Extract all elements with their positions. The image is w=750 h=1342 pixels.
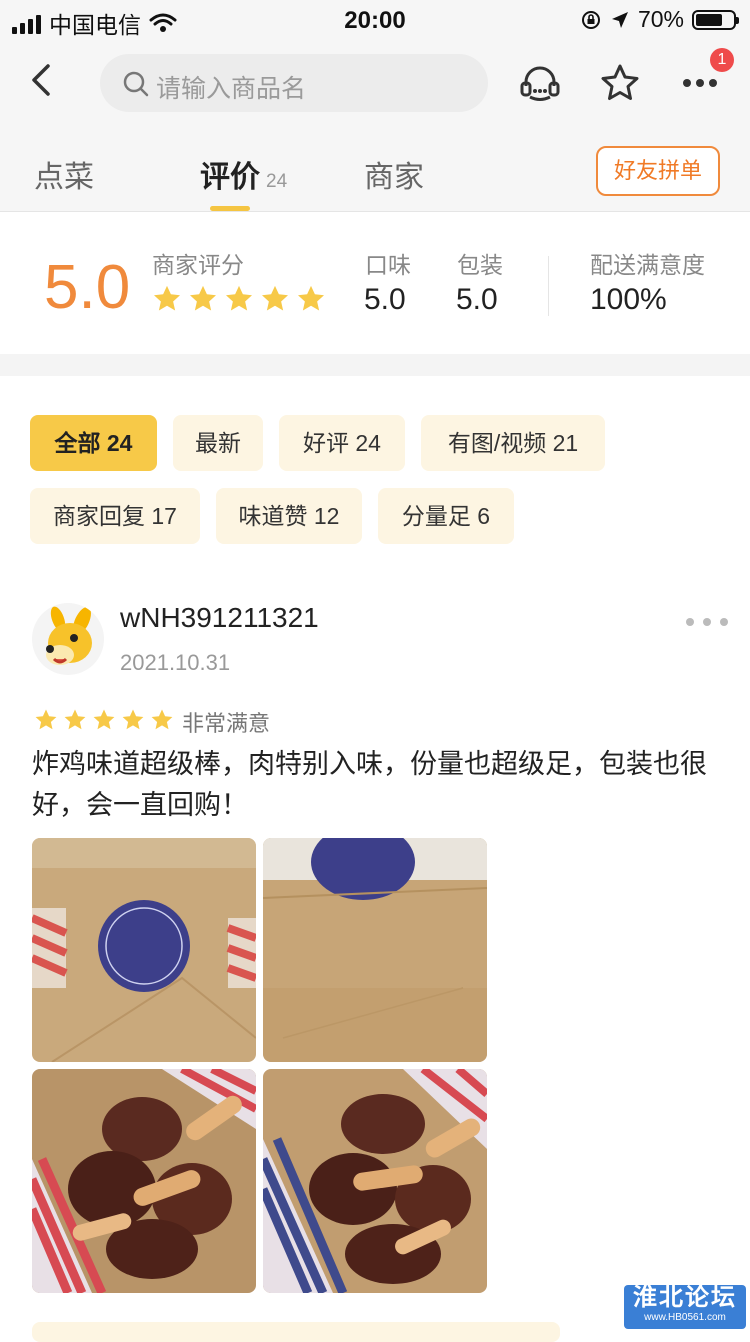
filter-chip-tasty[interactable]: 味道赞 12 bbox=[216, 488, 362, 544]
filter-chip-all[interactable]: 全部 24 bbox=[30, 415, 157, 471]
filter-chip-with-media[interactable]: 有图/视频 21 bbox=[421, 415, 605, 471]
review-stars bbox=[34, 708, 174, 732]
battery-percent: 70% bbox=[637, 6, 684, 32]
watermark-logo: 淮北论坛 www.HB0561.com bbox=[624, 1285, 746, 1329]
customer-service-icon[interactable] bbox=[518, 64, 562, 104]
package-label: 包装 bbox=[457, 252, 503, 278]
back-icon[interactable] bbox=[26, 62, 56, 98]
review-more-icon[interactable] bbox=[686, 618, 728, 626]
battery-icon bbox=[692, 9, 739, 30]
kangaroo-avatar-icon bbox=[46, 606, 92, 665]
review-content: 炸鸡味道超级棒，肉特别入味，份量也超级足，包装也很好，会一直回购！ bbox=[32, 749, 707, 820]
status-bar: 中国电信 20:00 70% bbox=[0, 0, 750, 40]
star-icon bbox=[122, 709, 144, 730]
star-icon bbox=[93, 709, 115, 730]
star-icon bbox=[298, 285, 324, 311]
search-input[interactable]: 请输入商品名 bbox=[100, 54, 488, 112]
merchant-reply-box bbox=[32, 1322, 560, 1342]
package-score: 5.0 bbox=[456, 283, 498, 316]
divider bbox=[0, 211, 750, 212]
star-icon bbox=[151, 709, 173, 730]
filter-chip-large-portion[interactable]: 分量足 6 bbox=[378, 488, 514, 544]
tab-merchant[interactable]: 商家 bbox=[364, 152, 424, 196]
review-photo[interactable] bbox=[263, 838, 487, 1062]
delivery-label: 配送满意度 bbox=[590, 252, 705, 278]
review-photo[interactable] bbox=[32, 1069, 256, 1293]
filter-chip-positive[interactable]: 好评 24 bbox=[279, 415, 405, 471]
rotation-lock-icon bbox=[581, 10, 600, 29]
merchant-score-label: 商家评分 bbox=[152, 252, 244, 278]
taste-score: 5.0 bbox=[364, 283, 406, 316]
tab-menu[interactable]: 点菜 bbox=[34, 152, 94, 196]
delivery-score: 100% bbox=[590, 283, 667, 316]
filter-chip-merchant-reply[interactable]: 商家回复 17 bbox=[30, 488, 200, 544]
star-icon bbox=[190, 285, 216, 311]
tab-reviews-count: 24 bbox=[266, 171, 288, 192]
star-icon bbox=[262, 285, 288, 311]
review-photo[interactable] bbox=[263, 1069, 487, 1293]
group-order-button[interactable]: 好友拼单 bbox=[596, 146, 720, 196]
divider bbox=[548, 256, 549, 316]
star-icon bbox=[154, 285, 180, 311]
search-placeholder: 请输入商品名 bbox=[156, 75, 307, 103]
star-icon bbox=[64, 709, 86, 730]
review-rating-text: 非常满意 bbox=[182, 711, 271, 736]
more-icon[interactable] bbox=[682, 77, 718, 89]
star-icon bbox=[226, 285, 252, 311]
section-gap bbox=[0, 354, 750, 376]
favorite-star-icon[interactable] bbox=[600, 63, 640, 103]
location-icon bbox=[611, 11, 628, 28]
taste-label: 口味 bbox=[365, 252, 411, 278]
tab-reviews[interactable]: 评价 24 bbox=[200, 152, 287, 196]
notification-badge: 1 bbox=[710, 48, 734, 72]
filter-chip-latest[interactable]: 最新 bbox=[173, 415, 263, 471]
review-photo[interactable] bbox=[32, 838, 256, 1062]
review-username[interactable]: wNH391211321 bbox=[120, 602, 319, 634]
review-date: 2021.10.31 bbox=[120, 650, 231, 675]
star-icon bbox=[35, 709, 57, 730]
overall-score: 5.0 bbox=[44, 253, 131, 322]
merchant-score-stars bbox=[152, 284, 326, 314]
avatar[interactable] bbox=[32, 603, 104, 675]
search-icon bbox=[123, 71, 149, 97]
